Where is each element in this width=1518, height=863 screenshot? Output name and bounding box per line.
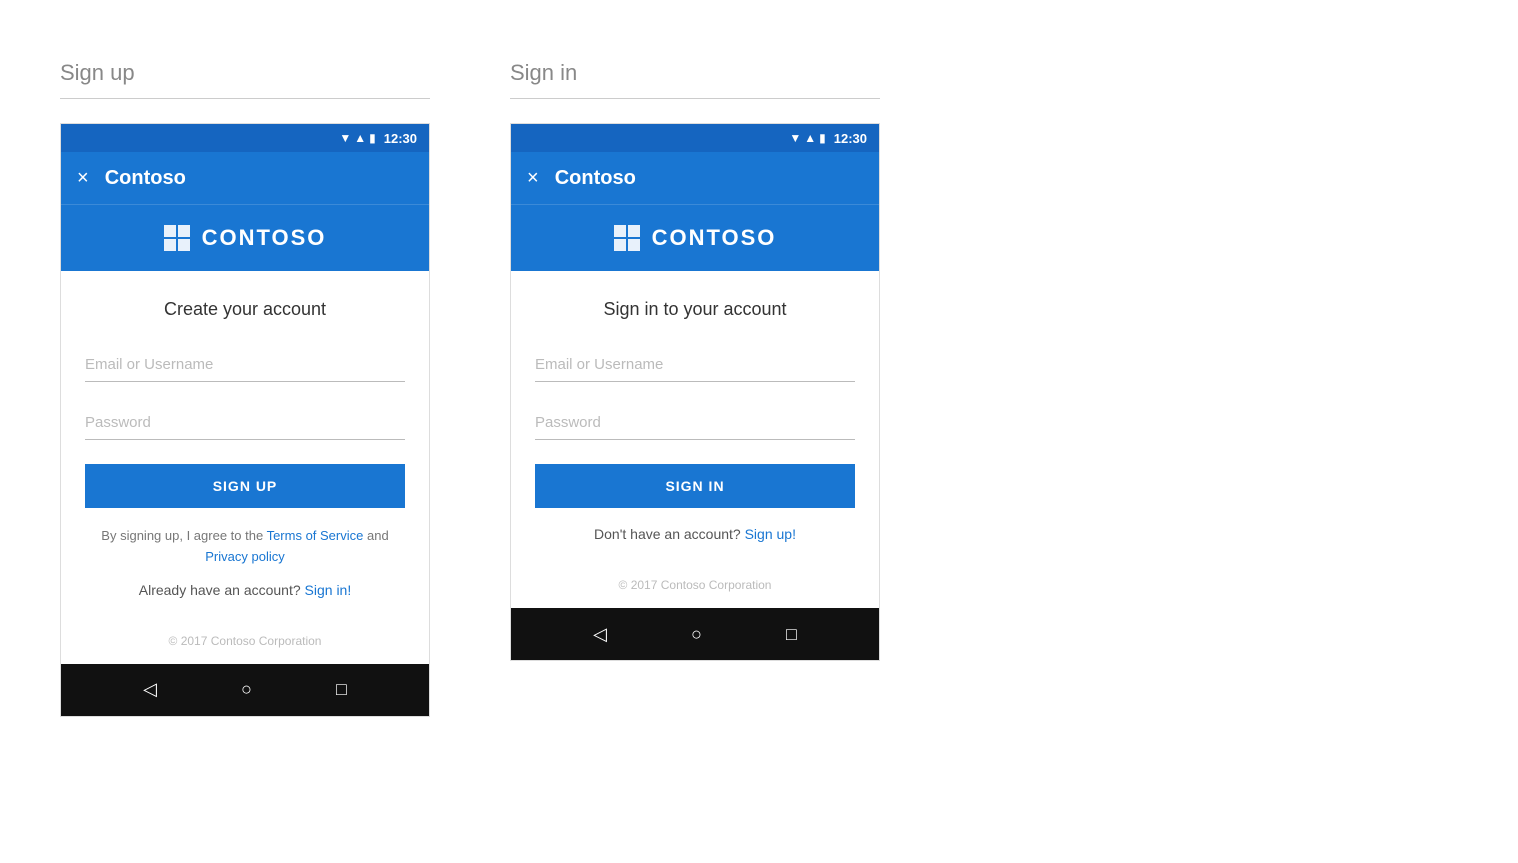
signin-logo-bar: CONTOSO <box>511 204 879 271</box>
signal-icon: ▲ <box>354 131 366 145</box>
signup-terms-link[interactable]: Terms of Service <box>267 528 364 543</box>
signin-password-input[interactable] <box>535 406 855 440</box>
signin-status-icons: ▼ ▲ ▮ <box>789 131 825 145</box>
signin-phone-frame: ▼ ▲ ▮ 12:30 × Contoso CONTOSO Sign in to… <box>510 123 880 661</box>
recent-button[interactable]: □ <box>336 679 347 700</box>
signin-nav-bar: ◁ ○ □ <box>511 608 879 660</box>
battery-icon: ▮ <box>369 131 376 145</box>
signup-signin-link[interactable]: Sign in! <box>305 582 352 598</box>
signup-terms-text: By signing up, I agree to the Terms of S… <box>85 526 405 568</box>
signin-alt-text: Don't have an account? <box>594 526 745 542</box>
signin-email-input[interactable] <box>535 348 855 382</box>
signin-content-area: Sign in to your account SIGN IN Don't ha… <box>511 271 879 608</box>
signup-privacy-link[interactable]: Privacy policy <box>205 549 284 564</box>
signup-section-title: Sign up <box>60 60 430 99</box>
signin-form-title: Sign in to your account <box>535 299 855 320</box>
signin-home-button[interactable]: ○ <box>691 624 702 645</box>
home-button[interactable]: ○ <box>241 679 252 700</box>
signin-windows-logo-icon <box>614 225 640 251</box>
signin-close-icon[interactable]: × <box>527 167 539 190</box>
signin-back-button[interactable]: ◁ <box>593 624 607 645</box>
signup-form-title: Create your account <box>85 299 405 320</box>
signup-nav-bar: ◁ ○ □ <box>61 664 429 716</box>
back-button[interactable]: ◁ <box>143 679 157 700</box>
signup-windows-logo-icon <box>164 225 190 251</box>
signin-app-title: Contoso <box>555 167 636 190</box>
signin-copyright: © 2017 Contoso Corporation <box>535 562 855 608</box>
signin-wifi-icon: ▼ <box>789 131 801 145</box>
signup-content-area: Create your account SIGN UP By signing u… <box>61 271 429 664</box>
signup-app-title: Contoso <box>105 167 186 190</box>
signup-alt-action: Already have an account? Sign in! <box>85 582 405 598</box>
signup-close-icon[interactable]: × <box>77 167 89 190</box>
signup-status-bar: ▼ ▲ ▮ 12:30 <box>61 124 429 152</box>
signin-signup-link[interactable]: Sign up! <box>745 526 796 542</box>
signin-logo-text: CONTOSO <box>652 225 777 251</box>
wifi-icon: ▼ <box>339 131 351 145</box>
signin-section: Sign in ▼ ▲ ▮ 12:30 × Contoso CONTOSO <box>510 60 880 717</box>
signup-password-input[interactable] <box>85 406 405 440</box>
signin-status-bar: ▼ ▲ ▮ 12:30 <box>511 124 879 152</box>
signin-button[interactable]: SIGN IN <box>535 464 855 508</box>
signin-status-time: 12:30 <box>834 131 867 146</box>
signup-logo-text: CONTOSO <box>202 225 327 251</box>
signin-signal-icon: ▲ <box>804 131 816 145</box>
signup-phone-frame: ▼ ▲ ▮ 12:30 × Contoso CONTOSO Create you… <box>60 123 430 717</box>
signup-alt-text: Already have an account? <box>139 582 305 598</box>
signup-app-bar: × Contoso <box>61 152 429 204</box>
signup-email-input[interactable] <box>85 348 405 382</box>
signup-section: Sign up ▼ ▲ ▮ 12:30 × Contoso CONTOSO <box>60 60 430 717</box>
signup-copyright: © 2017 Contoso Corporation <box>85 618 405 664</box>
signup-status-time: 12:30 <box>384 131 417 146</box>
signin-section-title: Sign in <box>510 60 880 99</box>
signup-terms-middle: and <box>363 528 388 543</box>
signin-recent-button[interactable]: □ <box>786 624 797 645</box>
signin-app-bar: × Contoso <box>511 152 879 204</box>
signup-button[interactable]: SIGN UP <box>85 464 405 508</box>
signin-battery-icon: ▮ <box>819 131 826 145</box>
signup-logo-bar: CONTOSO <box>61 204 429 271</box>
signup-terms-prefix: By signing up, I agree to the <box>101 528 266 543</box>
signin-alt-action: Don't have an account? Sign up! <box>535 526 855 542</box>
signup-status-icons: ▼ ▲ ▮ <box>339 131 375 145</box>
